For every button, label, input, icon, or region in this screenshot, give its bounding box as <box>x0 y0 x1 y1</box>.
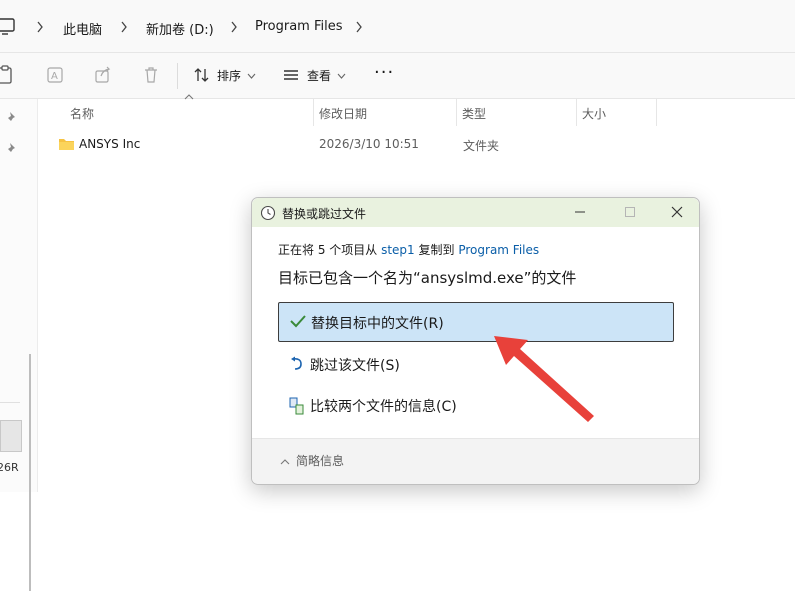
nav-selected-item[interactable] <box>0 420 22 452</box>
breadcrumb-this-pc[interactable]: 此电脑 <box>63 19 102 38</box>
column-type-label: 类型 <box>462 107 487 121</box>
dialog-title: 替换或跳过文件 <box>282 207 367 221</box>
column-header-modified[interactable]: 修改日期 <box>314 99 456 126</box>
annotation-arrow-icon <box>494 336 594 422</box>
this-pc-icon[interactable] <box>0 18 16 36</box>
toolbar-separator <box>177 63 178 89</box>
column-divider[interactable] <box>656 99 657 126</box>
replace-file-label: 替换目标中的文件(R) <box>311 316 444 332</box>
dialog-title-bar[interactable]: 替换或跳过文件 <box>252 198 699 227</box>
fewer-details-button[interactable]: 简略信息 <box>280 452 344 469</box>
sort-icon[interactable] <box>193 67 211 83</box>
dialog-footer: 简略信息 <box>252 439 699 484</box>
view-button[interactable]: 查看 <box>307 67 331 84</box>
minimize-icon[interactable] <box>564 201 596 223</box>
command-bar: A 排序 查看 ··· <box>0 53 795 99</box>
chevron-down-icon[interactable] <box>247 73 256 79</box>
column-header-name[interactable]: 名称 <box>38 99 313 126</box>
more-options-button[interactable]: ··· <box>374 62 394 83</box>
column-name-label: 名称 <box>70 107 95 121</box>
compare-icon <box>289 397 304 415</box>
breadcrumb-program-files[interactable]: Program Files <box>255 19 343 34</box>
address-bar: 此电脑 新加卷 (D:) Program Files <box>0 0 795 53</box>
chevron-right-icon[interactable] <box>120 21 128 33</box>
copy-progress-info: 正在将 5 个项目从 step1 复制到 Program Files <box>278 241 539 258</box>
destination-folder-link[interactable]: Program Files <box>458 243 539 257</box>
pin-icon[interactable] <box>6 142 18 154</box>
replace-or-skip-dialog: 替换或跳过文件 正在将 5 个项目从 step1 复制到 Program Fil… <box>251 197 700 485</box>
chevron-up-icon <box>280 459 290 465</box>
replace-file-option[interactable]: 替换目标中的文件(R) <box>278 302 674 342</box>
fewer-details-label: 简略信息 <box>296 454 345 468</box>
source-folder-link[interactable]: step1 <box>381 243 415 257</box>
navigation-pane: 26R <box>0 99 38 591</box>
column-modified-label: 修改日期 <box>319 107 368 121</box>
nav-item-text: 26R <box>0 461 19 474</box>
info-prefix: 正在将 5 个项目从 <box>278 243 378 257</box>
column-header-size[interactable]: 大小 <box>577 99 657 126</box>
rename-icon[interactable]: A <box>46 65 64 85</box>
skip-file-option[interactable]: 跳过该文件(S) <box>278 345 672 383</box>
sort-ascending-icon <box>184 94 194 100</box>
view-icon[interactable] <box>283 69 299 81</box>
chevron-right-icon[interactable] <box>355 21 363 33</box>
chevron-right-icon[interactable] <box>230 21 238 33</box>
folder-icon <box>59 139 74 150</box>
share-icon[interactable] <box>94 65 112 85</box>
paste-icon[interactable] <box>0 65 14 85</box>
nav-scrollbar[interactable] <box>29 354 31 591</box>
compare-files-label: 比较两个文件的信息(C) <box>310 399 457 415</box>
delete-icon[interactable] <box>142 65 160 85</box>
column-header-type[interactable]: 类型 <box>457 99 576 126</box>
conflict-heading: 目标已包含一个名为“ansyslmd.exe”的文件 <box>278 269 577 287</box>
breadcrumb-drive-d[interactable]: 新加卷 (D:) <box>146 19 214 38</box>
compare-files-option[interactable]: 比较两个文件的信息(C) <box>278 386 672 424</box>
checkmark-icon <box>290 315 306 328</box>
column-size-label: 大小 <box>582 107 607 121</box>
clock-icon <box>260 205 276 221</box>
close-icon[interactable] <box>661 201 693 223</box>
file-type: 文件夹 <box>463 139 500 153</box>
chevron-down-icon[interactable] <box>337 73 346 79</box>
maximize-icon[interactable] <box>614 201 646 223</box>
info-middle: 复制到 <box>418 243 455 257</box>
skip-arrow-icon <box>291 356 302 370</box>
pin-icon[interactable] <box>6 111 18 123</box>
file-modified: 2026/3/10 10:51 <box>319 137 419 151</box>
svg-text:A: A <box>51 71 58 82</box>
skip-file-label: 跳过该文件(S) <box>310 358 400 374</box>
nav-divider <box>0 402 20 403</box>
file-name: ANSYS Inc <box>79 137 141 151</box>
chevron-right-icon[interactable] <box>36 21 44 33</box>
sort-button[interactable]: 排序 <box>217 67 241 84</box>
